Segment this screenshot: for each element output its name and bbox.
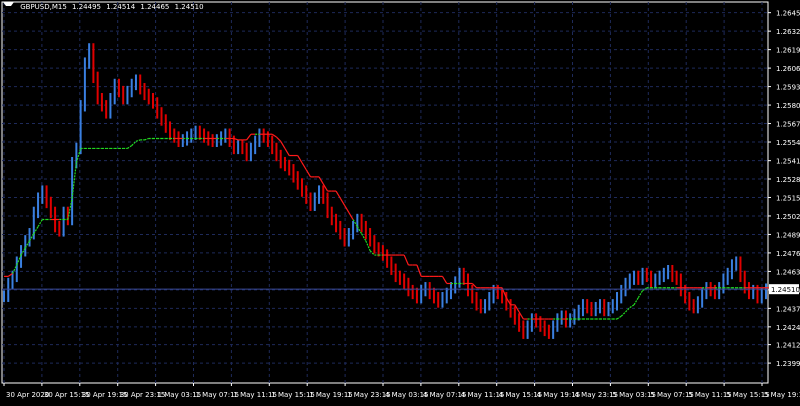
chart-title: GBPUSD,M15 1.24495 1.24514 1.24465 1.245… xyxy=(3,2,207,11)
y-tick-label: 1.26325 xyxy=(776,28,800,36)
x-tick-label: 5 May 19:15 xyxy=(764,391,800,399)
y-tick-label: 1.23990 xyxy=(776,360,800,368)
y-tick-label: 1.24765 xyxy=(776,250,800,258)
y-tick-label: 1.25285 xyxy=(776,176,800,184)
open-value: 1.24495 xyxy=(72,2,101,11)
symbol-label: GBPUSD,M15 xyxy=(20,2,67,11)
y-tick-label: 1.25675 xyxy=(776,121,800,129)
y-tick-label: 1.25155 xyxy=(776,194,800,202)
y-tick-label: 1.24120 xyxy=(776,342,800,350)
y-tick-label: 1.24635 xyxy=(776,268,800,276)
y-tick-label: 1.25025 xyxy=(776,213,800,221)
price-chart[interactable]: 1.26455 1.26325 1.26195 1.26065 1.25935 1.258… xyxy=(0,0,800,406)
y-tick-label: 1.25414 xyxy=(776,158,800,166)
y-tick-label: 1.25545 xyxy=(776,139,800,147)
dropdown-triangle-icon[interactable] xyxy=(3,2,14,11)
x-tick-label: 30 Apr 2020 xyxy=(6,391,49,399)
y-tick-label: 1.25935 xyxy=(776,84,800,92)
plot-frame xyxy=(1,1,769,384)
y-tick-label: 1.26455 xyxy=(776,10,800,18)
high-value: 1.24514 xyxy=(106,2,136,11)
y-tick-label: 1.24375 xyxy=(776,305,800,313)
chart-window[interactable]: 1.26455 1.26325 1.26195 1.26065 1.25935 1.258… xyxy=(0,0,800,406)
close-value: 1.24510 xyxy=(174,2,204,11)
low-value: 1.24465 xyxy=(140,2,170,11)
y-tick-label: 1.26065 xyxy=(776,65,800,73)
y-tick-label: 1.25805 xyxy=(776,102,800,110)
y-tick-label: 1.26195 xyxy=(776,47,800,55)
y-tick-label: 1.24245 xyxy=(776,324,800,332)
y-tick-label: 1.24895 xyxy=(776,231,800,239)
current-price-label: 1.24510 xyxy=(771,286,800,294)
